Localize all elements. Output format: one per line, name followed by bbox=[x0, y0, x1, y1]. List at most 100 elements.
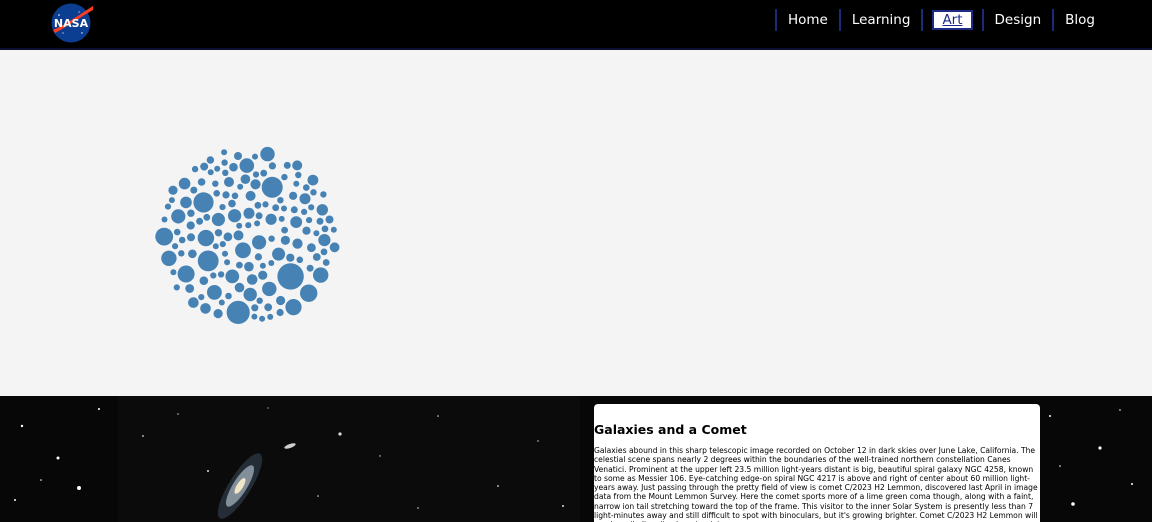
bubble bbox=[260, 146, 275, 162]
bubble bbox=[196, 217, 204, 225]
bubble bbox=[222, 169, 229, 176]
bubble bbox=[251, 313, 258, 320]
bubble bbox=[306, 217, 313, 224]
bubble bbox=[276, 295, 286, 306]
bubble bbox=[219, 241, 226, 248]
bubble bbox=[280, 235, 290, 245]
bubble bbox=[207, 169, 214, 176]
nav-item-design: Design bbox=[981, 9, 1053, 31]
bubble bbox=[256, 297, 263, 304]
bubble bbox=[320, 248, 328, 256]
bubble bbox=[283, 161, 291, 169]
bubble bbox=[329, 242, 340, 253]
bubble bbox=[229, 162, 238, 172]
bubble bbox=[259, 315, 266, 322]
bubble bbox=[308, 204, 315, 211]
bubble bbox=[260, 169, 268, 177]
bubble bbox=[221, 149, 228, 156]
bubble bbox=[310, 189, 317, 196]
bubble bbox=[292, 160, 303, 171]
bubble bbox=[244, 261, 254, 272]
bubble bbox=[199, 276, 209, 285]
bubble bbox=[222, 191, 230, 199]
bubble bbox=[237, 183, 244, 190]
top-nav: NASA Home Learning Art Design Blog bbox=[0, 0, 1152, 50]
bubble bbox=[306, 264, 314, 272]
apod-galaxy-image bbox=[118, 396, 580, 522]
bubble bbox=[178, 236, 186, 244]
bubble bbox=[258, 270, 268, 280]
bubble bbox=[295, 171, 302, 179]
bubble bbox=[231, 192, 239, 200]
bubble bbox=[264, 303, 273, 312]
nasa-logo[interactable]: NASA bbox=[49, 3, 93, 43]
bubble bbox=[207, 285, 222, 300]
nav-item-home: Home bbox=[774, 9, 839, 31]
bubble bbox=[211, 212, 225, 227]
bubble bbox=[234, 152, 242, 160]
bubble bbox=[277, 263, 304, 290]
bubble bbox=[168, 197, 175, 204]
bubble bbox=[313, 230, 320, 237]
bubble bbox=[316, 204, 328, 216]
bubble bbox=[234, 282, 245, 293]
bubble bbox=[281, 226, 288, 234]
bubble bbox=[193, 192, 214, 213]
nav-link-learning[interactable]: Learning bbox=[850, 11, 913, 29]
bubble bbox=[318, 234, 331, 247]
bubble bbox=[245, 222, 252, 229]
bubble bbox=[197, 250, 219, 272]
bubble bbox=[236, 222, 243, 229]
bubble bbox=[197, 178, 206, 186]
bubble bbox=[188, 249, 197, 259]
bubble bbox=[197, 229, 215, 247]
bubble bbox=[210, 272, 217, 279]
bubble bbox=[164, 203, 172, 210]
bubble bbox=[262, 281, 277, 297]
apod-info-card: Galaxies and a Comet Galaxies abound in … bbox=[594, 404, 1040, 522]
nav-link-home[interactable]: Home bbox=[786, 11, 830, 29]
bubble bbox=[221, 159, 228, 166]
bubble bbox=[240, 174, 251, 184]
bubble bbox=[236, 261, 243, 269]
bubble bbox=[293, 180, 300, 187]
bubble bbox=[321, 225, 329, 233]
bubble bbox=[281, 173, 288, 181]
bubble bbox=[223, 232, 233, 242]
bubble bbox=[252, 171, 260, 178]
bubble bbox=[200, 162, 209, 171]
main-menu: Home Learning Art Design Blog bbox=[774, 8, 1106, 32]
bubble bbox=[243, 207, 255, 219]
bubble bbox=[307, 243, 316, 253]
bubble bbox=[191, 165, 199, 173]
bubble bbox=[161, 216, 168, 223]
bubble bbox=[254, 201, 262, 209]
bubble bbox=[296, 256, 304, 264]
nav-item-learning: Learning bbox=[838, 9, 922, 31]
bubble bbox=[185, 284, 195, 293]
apod-title: Galaxies and a Comet bbox=[594, 422, 747, 437]
bubble bbox=[301, 208, 308, 215]
bubble bbox=[178, 177, 191, 190]
bubble bbox=[255, 212, 263, 220]
bubble bbox=[213, 190, 220, 197]
bubble bbox=[235, 242, 251, 259]
nav-link-design[interactable]: Design bbox=[993, 11, 1044, 29]
bubble bbox=[243, 287, 257, 302]
bubble bbox=[173, 284, 180, 291]
bubble bbox=[303, 184, 310, 191]
bubble bbox=[272, 204, 280, 212]
bubble bbox=[290, 216, 303, 229]
bubble bbox=[228, 209, 242, 223]
bubble bbox=[187, 209, 195, 217]
nav-link-art[interactable]: Art bbox=[932, 10, 973, 30]
bubble bbox=[278, 215, 285, 222]
nav-link-blog[interactable]: Blog bbox=[1063, 11, 1097, 29]
bubble bbox=[262, 201, 269, 208]
bubble bbox=[188, 297, 199, 308]
bubble bbox=[272, 247, 286, 261]
bubble bbox=[233, 230, 244, 241]
bubble bbox=[325, 215, 334, 224]
bubble bbox=[290, 206, 298, 214]
bubble bbox=[322, 259, 330, 266]
